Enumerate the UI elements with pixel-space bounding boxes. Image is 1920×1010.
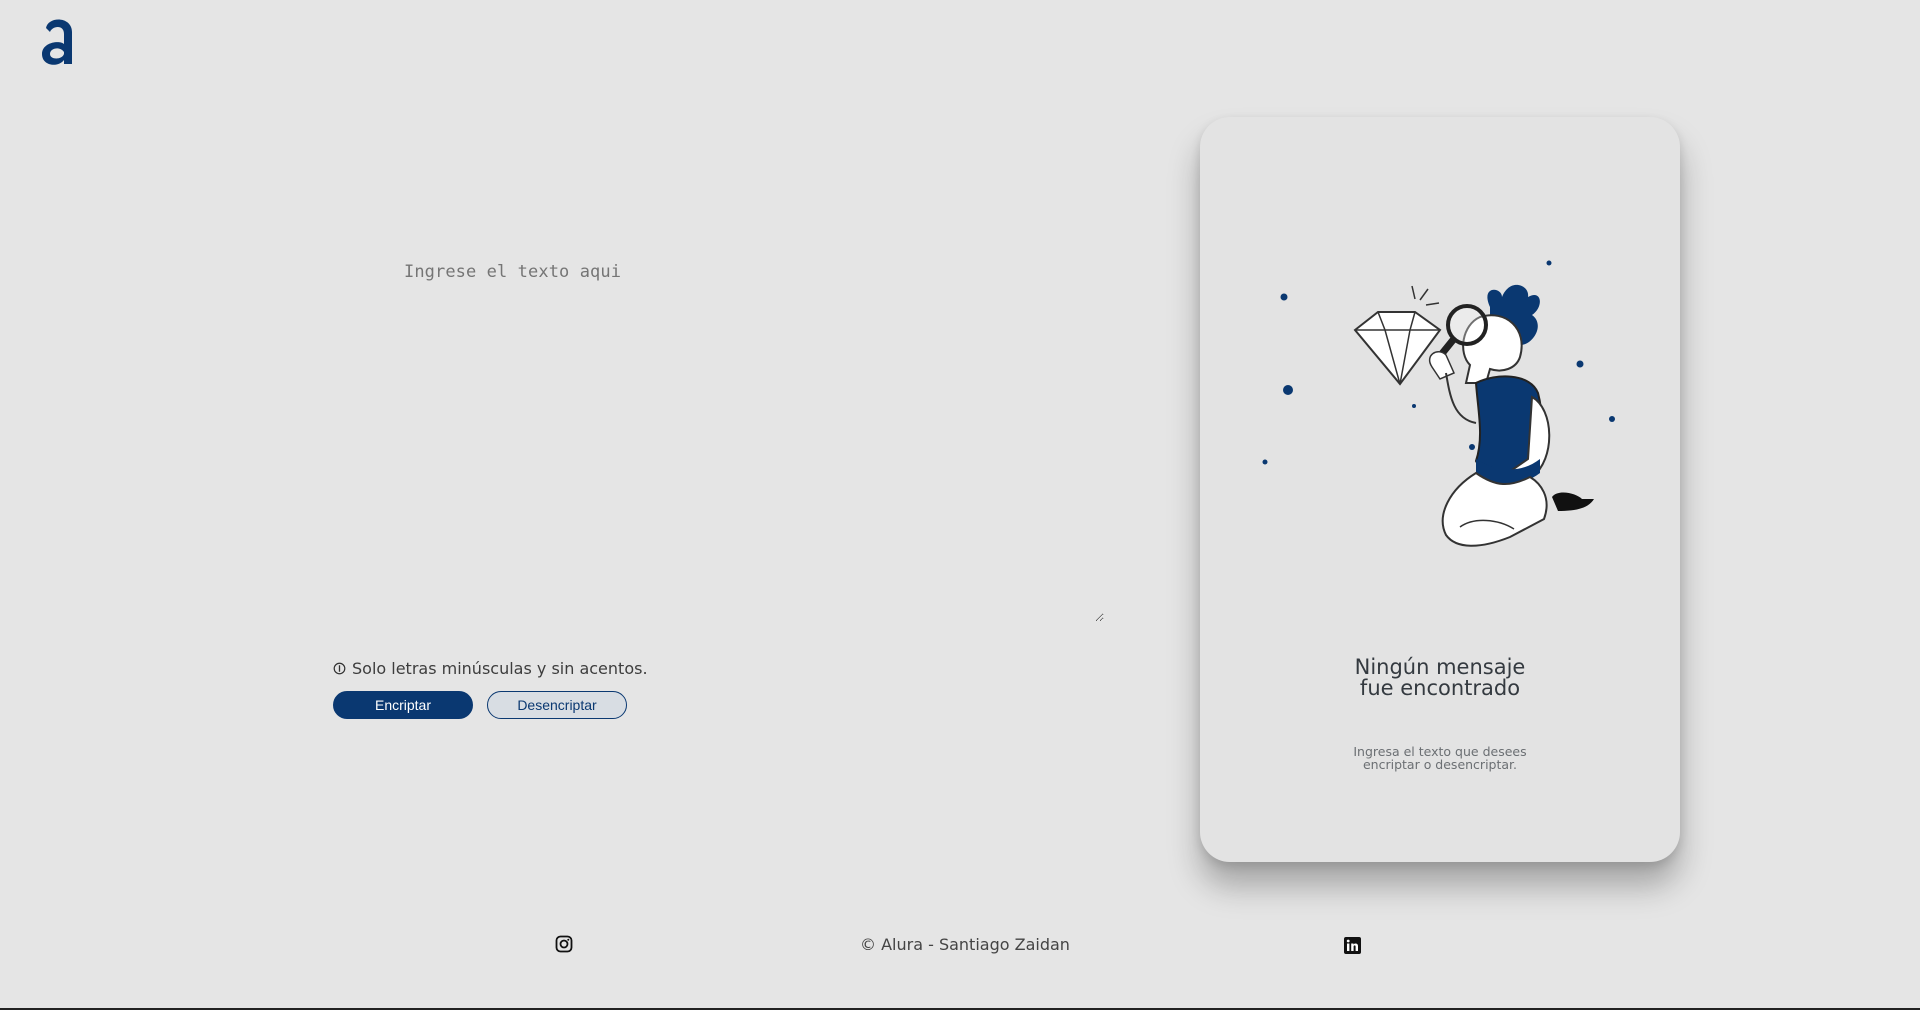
linkedin-icon[interactable]	[1344, 937, 1361, 954]
hint-text: Solo letras minúsculas y sin acentos.	[352, 659, 648, 678]
copyright-text: © Alura - Santiago Zaidan	[860, 935, 1070, 954]
result-panel: Ningún mensaje fue encontrado Ingresa el…	[1200, 117, 1680, 862]
decrypt-button[interactable]: Desencriptar	[487, 691, 627, 719]
empty-state-subtitle: Ingresa el texto que desees encriptar o …	[1353, 744, 1527, 772]
person-magnifier-diamond-illustration	[1262, 260, 1615, 547]
message-input[interactable]	[404, 262, 1104, 622]
alura-logo-icon[interactable]	[38, 14, 80, 72]
instagram-icon[interactable]	[555, 935, 573, 953]
input-hint: Solo letras minúsculas y sin acentos.	[333, 659, 648, 678]
empty-state-title: Ningún mensaje fue encontrado	[1354, 655, 1526, 700]
encrypt-button[interactable]: Encriptar	[333, 691, 473, 719]
info-icon	[333, 662, 346, 675]
